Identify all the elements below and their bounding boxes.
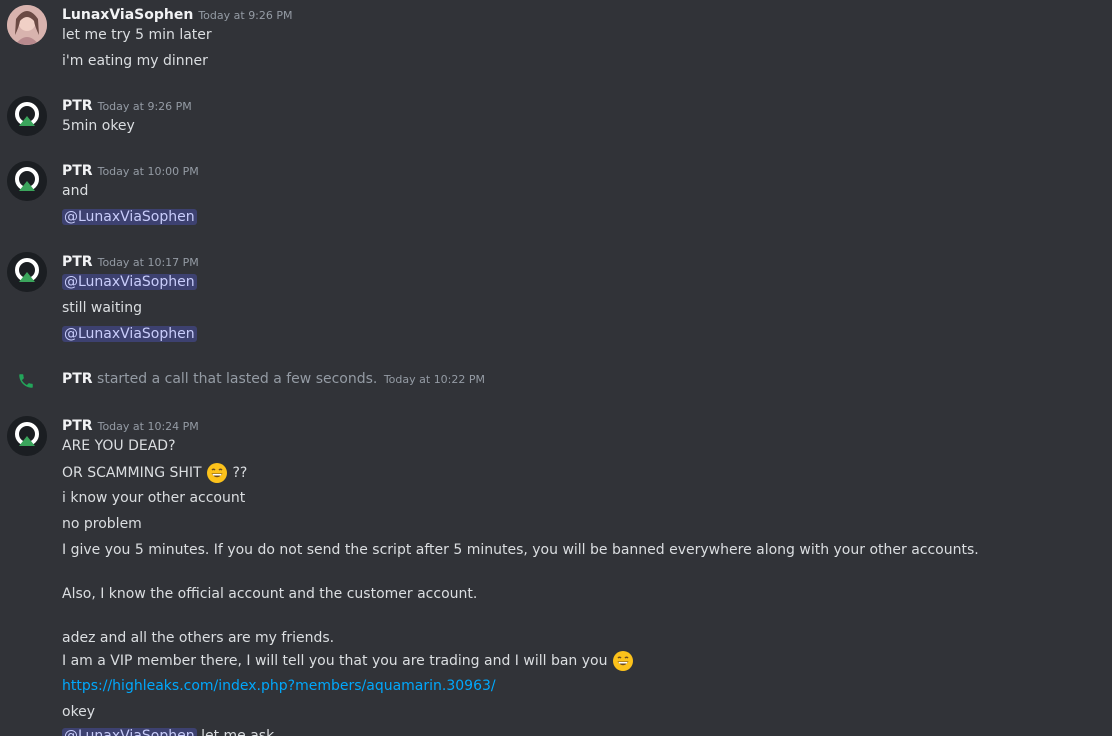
username[interactable]: LunaxViaSophen: [62, 7, 193, 23]
message-text: i'm eating my dinner: [62, 53, 208, 69]
timestamp: Today at 10:24 PM: [97, 420, 199, 433]
avatar[interactable]: [7, 161, 47, 201]
message-line: @LunaxViaSophen: [62, 272, 197, 292]
message-header: PTR Today at 9:26 PM: [62, 95, 192, 114]
message-line: I am a VIP member there, I will tell you…: [62, 650, 634, 672]
message-text: 5min okey: [62, 118, 135, 134]
user-mention[interactable]: @LunaxViaSophen: [62, 326, 197, 342]
message-text: I give you 5 minutes. If you do not send…: [62, 542, 979, 558]
user-mention[interactable]: @LunaxViaSophen: [62, 209, 197, 225]
timestamp: Today at 9:26 PM: [198, 9, 293, 22]
avatar[interactable]: [7, 416, 47, 456]
timestamp: Today at 10:00 PM: [97, 165, 199, 178]
message-text: no problem: [62, 516, 142, 532]
message-text: i know your other account: [62, 490, 246, 506]
message-text: ARE YOU DEAD?: [62, 438, 176, 454]
avatar[interactable]: [7, 5, 47, 45]
username[interactable]: PTR: [62, 254, 93, 270]
message-line: @LunaxViaSophen: [62, 324, 197, 344]
message-text: okey: [62, 704, 96, 720]
username[interactable]: PTR: [62, 163, 93, 179]
user-mention[interactable]: @LunaxViaSophen: [62, 274, 197, 290]
avatar[interactable]: [7, 252, 47, 292]
message-text: still waiting: [62, 300, 142, 316]
message-link[interactable]: https://highleaks.com/index.php?members/…: [62, 678, 496, 694]
chat-message-list: LunaxViaSophen Today at 9:26 PM let me tr…: [0, 0, 1112, 736]
timestamp: Today at 10:17 PM: [97, 256, 199, 269]
message-text: I am a VIP member there, I will tell you…: [62, 653, 608, 669]
message-text: adez and all the others are my friends.: [62, 630, 335, 646]
message-header: PTR Today at 10:00 PM: [62, 160, 199, 179]
message-line: @LunaxViaSophen: [62, 207, 197, 227]
timestamp: Today at 9:26 PM: [97, 100, 192, 113]
message-text: Also, I know the official account and th…: [62, 586, 478, 602]
message-text: let me try 5 min later: [62, 27, 212, 43]
message-text: OR SCAMMING SHIT: [62, 465, 202, 481]
username[interactable]: PTR: [62, 418, 93, 434]
message-text: ??: [232, 465, 248, 481]
message-text: and: [62, 183, 89, 199]
username[interactable]: PTR: [62, 98, 93, 114]
message-header: LunaxViaSophen Today at 9:26 PM: [62, 4, 293, 23]
call-description: started a call that lasted a few seconds…: [97, 371, 378, 387]
message-line: https://highleaks.com/index.php?members/…: [62, 676, 496, 696]
message-line: OR SCAMMING SHIT ??: [62, 462, 247, 484]
message-line: @LunaxViaSophen let me ask: [62, 726, 274, 736]
message-text: let me ask: [201, 728, 275, 736]
user-mention[interactable]: @LunaxViaSophen: [62, 728, 197, 736]
call-message: PTR started a call that lasted a few sec…: [62, 371, 485, 387]
grinning-face-emoji[interactable]: [612, 650, 634, 672]
timestamp: Today at 10:22 PM: [383, 373, 486, 386]
grinning-face-emoji[interactable]: [206, 462, 228, 484]
avatar[interactable]: [7, 96, 47, 136]
message-header: PTR Today at 10:17 PM: [62, 251, 199, 270]
phone-icon: [17, 372, 35, 390]
message-header: PTR Today at 10:24 PM: [62, 415, 199, 434]
username[interactable]: PTR: [62, 371, 93, 387]
